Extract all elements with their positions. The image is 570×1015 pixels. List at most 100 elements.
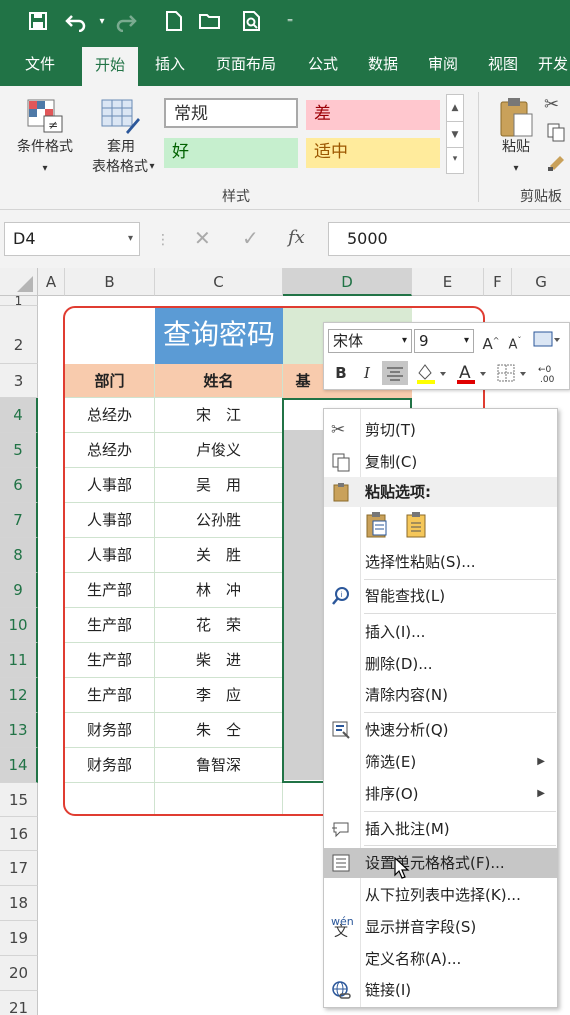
cell-styles-icon[interactable] [532, 329, 562, 353]
select-all-corner[interactable] [0, 268, 38, 296]
menu-item-insert-comment[interactable]: 插入批注(M) [324, 814, 557, 844]
tab-home[interactable]: 开始 [82, 47, 138, 86]
row-header[interactable]: 2 [0, 306, 38, 364]
conditional-format-dropdown-icon[interactable]: ▾ [8, 160, 82, 178]
row-header[interactable]: 16 [0, 817, 38, 851]
menu-item-smart-lookup[interactable]: i 智能查找(L) [324, 581, 557, 611]
column-header-a[interactable]: A [38, 268, 65, 296]
format-as-table-dropdown-icon[interactable]: ▾ [146, 158, 158, 176]
cancel-entry-icon[interactable]: ✕ [194, 222, 211, 254]
tab-developer[interactable]: 开发 [538, 44, 570, 86]
style-bad[interactable]: 差 [306, 100, 440, 130]
row-header[interactable]: 8 [0, 538, 38, 573]
row-header[interactable]: 14 [0, 748, 38, 783]
save-icon[interactable] [26, 10, 50, 34]
scroll-down-icon[interactable]: ▼ [447, 121, 463, 147]
paste-icon[interactable] [498, 96, 534, 140]
row-header[interactable]: 13 [0, 713, 38, 748]
shrink-font-icon[interactable]: Aˇ [504, 329, 526, 353]
conditional-format-label[interactable]: 条件格式 [8, 138, 82, 156]
column-header-g[interactable]: G [512, 268, 570, 296]
formula-input[interactable]: 5000 [328, 222, 570, 256]
print-preview-icon[interactable] [240, 10, 264, 34]
style-normal[interactable]: 常规 [164, 98, 298, 128]
font-size-dropdown-icon[interactable]: ▾ [464, 330, 469, 352]
styles-gallery-scroll[interactable]: ▲ ▼ ▾ [446, 94, 464, 174]
new-file-icon[interactable] [162, 10, 186, 34]
menu-item-filter[interactable]: 筛选(E) ▶ [324, 747, 557, 777]
row-header[interactable]: 6 [0, 468, 38, 503]
menu-item-copy[interactable]: 复制(C) [324, 447, 557, 477]
style-good[interactable]: 好 [164, 138, 298, 168]
grow-font-icon[interactable]: A^ [480, 329, 502, 353]
menu-item-delete[interactable]: 删除(D)... [324, 649, 557, 679]
paste-dropdown-icon[interactable]: ▾ [494, 160, 538, 178]
tab-insert[interactable]: 插入 [144, 44, 196, 86]
format-painter-icon[interactable] [546, 150, 568, 172]
menu-item-clear-contents[interactable]: 清除内容(N) [324, 680, 557, 710]
font-name-box[interactable]: 宋体 ▾ [328, 329, 412, 353]
menu-item-link[interactable]: 链接(I) [324, 975, 557, 1005]
font-color-icon[interactable]: A [454, 361, 490, 385]
row-header[interactable]: 5 [0, 433, 38, 468]
copy-icon[interactable] [546, 122, 568, 144]
column-header-c[interactable]: C [155, 268, 283, 296]
row-header[interactable]: 17 [0, 851, 38, 886]
undo-icon[interactable] [64, 10, 88, 34]
tab-data[interactable]: 数据 [358, 44, 408, 86]
name-box-dropdown-icon[interactable]: ▾ [128, 223, 133, 255]
row-header[interactable]: 19 [0, 921, 38, 956]
menu-item-define-name[interactable]: 定义名称(A)... [324, 944, 557, 974]
paste-default-icon[interactable] [364, 511, 390, 539]
tab-page-layout[interactable]: 页面布局 [206, 44, 286, 86]
menu-item-show-phonetic[interactable]: wén 文 显示拼音字段(S) [324, 912, 557, 942]
menu-item-paste-special[interactable]: 选择性粘贴(S)... [324, 547, 557, 577]
align-center-icon[interactable] [382, 361, 408, 385]
row-header[interactable]: 15 [0, 783, 38, 817]
menu-item-format-cells[interactable]: 设置单元格格式(F)... [324, 848, 557, 878]
row-header[interactable]: 7 [0, 503, 38, 538]
row-header[interactable]: 21 [0, 991, 38, 1015]
menu-item-cut[interactable]: ✂ 剪切(T) [324, 415, 557, 445]
borders-icon[interactable] [494, 361, 530, 385]
column-header-d[interactable]: D [283, 268, 412, 296]
style-neutral[interactable]: 适中 [306, 138, 440, 168]
scroll-up-icon[interactable]: ▲ [447, 95, 463, 121]
tab-formulas[interactable]: 公式 [298, 44, 348, 86]
format-as-table-label[interactable]: 套用 [86, 138, 156, 156]
confirm-entry-icon[interactable]: ✓ [242, 222, 259, 254]
menu-item-quick-analysis[interactable]: 快速分析(Q) [324, 715, 557, 745]
undo-dropdown-icon[interactable]: ▾ [90, 10, 114, 34]
increase-decimal-icon[interactable]: ←0.00 [536, 361, 568, 385]
row-header[interactable]: 20 [0, 956, 38, 991]
font-size-box[interactable]: 9 ▾ [414, 329, 474, 353]
tab-file[interactable]: 文件 [12, 44, 68, 86]
conditional-format-icon[interactable]: ≠ [26, 98, 66, 134]
row-header[interactable]: 10 [0, 608, 38, 643]
name-box[interactable]: D4 ▾ [4, 222, 140, 256]
bold-icon[interactable]: B [330, 361, 352, 385]
paste-values-icon[interactable] [404, 511, 430, 539]
row-header[interactable]: 18 [0, 886, 38, 921]
open-folder-icon[interactable] [198, 10, 222, 34]
row-header[interactable]: 4 [0, 398, 38, 433]
row-header[interactable]: 1 [0, 295, 38, 307]
row-header[interactable]: 11 [0, 643, 38, 678]
row-header[interactable]: 12 [0, 678, 38, 713]
tab-view[interactable]: 视图 [478, 44, 528, 86]
redo-icon[interactable] [114, 10, 138, 34]
column-header-b[interactable]: B [65, 268, 155, 296]
font-dropdown-icon[interactable]: ▾ [402, 330, 407, 352]
italic-icon[interactable]: I [356, 361, 378, 385]
paste-label[interactable]: 粘贴 [494, 138, 538, 156]
menu-item-insert[interactable]: 插入(I)... [324, 617, 557, 647]
column-header-e[interactable]: E [412, 268, 484, 296]
menu-item-pick-from-list[interactable]: 从下拉列表中选择(K)... [324, 880, 557, 910]
fill-color-icon[interactable] [414, 361, 450, 385]
insert-function-icon[interactable]: fx [288, 222, 305, 254]
gallery-more-icon[interactable]: ▾ [447, 147, 463, 173]
cut-icon[interactable]: ✂ [544, 94, 566, 116]
customize-toolbar-icon[interactable]: ⁼ [278, 10, 302, 34]
format-as-table-icon[interactable] [100, 98, 142, 136]
column-header-f[interactable]: F [484, 268, 512, 296]
